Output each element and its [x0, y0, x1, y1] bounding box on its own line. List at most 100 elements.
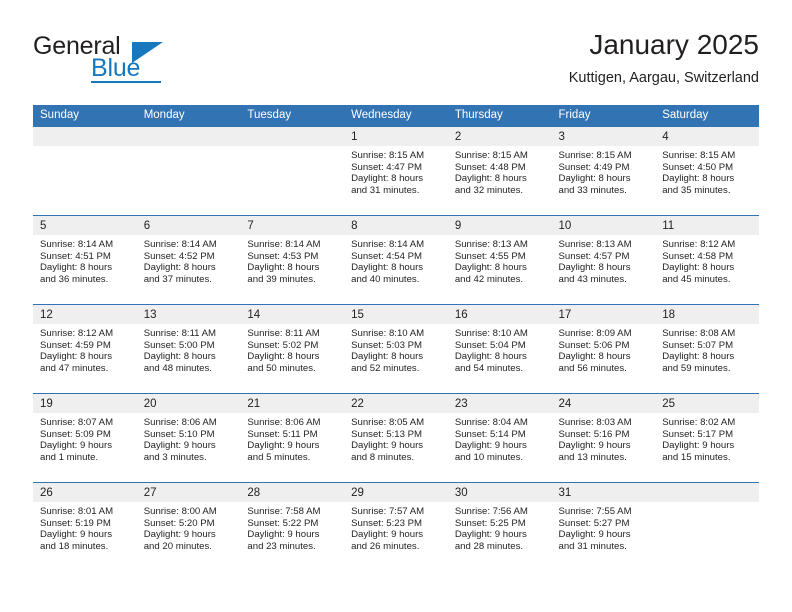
- calendar-day-cell[interactable]: 29 Sunrise: 7:57 AM Sunset: 5:23 PM Dayligh…: [344, 482, 448, 571]
- calendar-day-cell[interactable]: 6 Sunrise: 8:14 AM Sunset: 4:52 PM Daylight…: [136, 215, 241, 305]
- cell-inner: 21 Sunrise: 8:06 AM Sunset: 5:11 PM Dayligh…: [240, 394, 345, 482]
- daylight-text-line1: Daylight: 9 hours: [247, 440, 320, 452]
- general-blue-logo[interactable]: General Blue: [33, 32, 213, 88]
- day-number: 31: [551, 483, 656, 502]
- sunrise-text: Sunrise: 8:08 AM: [662, 328, 736, 339]
- sunrise-text: Sunrise: 8:13 AM: [558, 239, 632, 250]
- day-number: 4: [655, 127, 759, 146]
- calendar-day-cell[interactable]: 11 Sunrise: 8:12 AM Sunset: 4:58 PM Dayligh…: [655, 215, 759, 305]
- sunrise-text: Sunrise: 8:05 AM: [351, 417, 425, 428]
- calendar-header-row: Sunday Monday Tuesday Wednesday Thursday Frid…: [33, 105, 759, 127]
- daylight-text-line1: Daylight: 8 hours: [143, 351, 216, 363]
- calendar-grid: Sunday Monday Tuesday Wednesday Thursday Frid…: [33, 105, 759, 571]
- calendar-day-cell[interactable]: 16 Sunrise: 8:10 AM Sunset: 5:04 PM Dayligh…: [447, 304, 552, 394]
- sunrise-text: Sunrise: 8:10 AM: [351, 328, 425, 339]
- sunset-text: Sunset: 5:07 PM: [662, 339, 734, 351]
- calendar-day-cell[interactable]: 5 Sunrise: 8:14 AM Sunset: 4:51 PM Daylight…: [33, 215, 137, 305]
- day-number: [33, 127, 137, 146]
- calendar-day-cell[interactable]: 10 Sunrise: 8:13 AM Sunset: 4:57 PM Dayligh…: [551, 215, 656, 305]
- day-number: 12: [33, 305, 137, 324]
- weekday-header-sunday: Sunday: [33, 105, 137, 127]
- day-number: 7: [240, 216, 345, 235]
- sunset-text: Sunset: 5:13 PM: [351, 428, 423, 440]
- calendar-day-cell[interactable]: 28 Sunrise: 7:58 AM Sunset: 5:22 PM Dayligh…: [240, 482, 345, 571]
- daylight-text-line2: and 45 minutes.: [662, 273, 731, 285]
- daylight-text-line1: Daylight: 8 hours: [662, 351, 735, 363]
- page-title: January 2025: [589, 29, 759, 60]
- sunrise-text: Sunrise: 8:00 AM: [143, 506, 217, 517]
- calendar-day-cell[interactable]: 21 Sunrise: 8:06 AM Sunset: 5:11 PM Dayligh…: [240, 393, 345, 483]
- day-details: Sunrise: 8:11 AM Sunset: 5:00 PM Daylight:…: [137, 324, 241, 374]
- calendar-day-cell[interactable]: 26 Sunrise: 8:01 AM Sunset: 5:19 PM Dayligh…: [33, 482, 137, 571]
- weekday-header-monday: Monday: [136, 105, 241, 127]
- sunset-text: Sunset: 5:03 PM: [351, 339, 423, 351]
- day-number: 3: [551, 127, 656, 146]
- calendar-day-cell[interactable]: 18 Sunrise: 8:08 AM Sunset: 5:07 PM Dayligh…: [655, 304, 759, 394]
- day-number: 30: [447, 483, 552, 502]
- calendar-day-cell[interactable]: 30 Sunrise: 7:56 AM Sunset: 5:25 PM Dayligh…: [447, 482, 552, 571]
- calendar-day-cell[interactable]: 3 Sunrise: 8:15 AM Sunset: 4:49 PM Daylight…: [551, 127, 656, 216]
- sunrise-text: Sunrise: 8:09 AM: [558, 328, 632, 339]
- cell-inner: 25 Sunrise: 8:02 AM Sunset: 5:17 PM Dayligh…: [655, 394, 759, 482]
- daylight-text-line1: Daylight: 8 hours: [351, 351, 424, 363]
- daylight-text-line2: and 13 minutes.: [558, 451, 627, 463]
- sunset-text: Sunset: 5:22 PM: [247, 517, 319, 529]
- sunset-text: Sunset: 4:50 PM: [662, 161, 734, 173]
- sunrise-text: Sunrise: 8:14 AM: [247, 239, 321, 250]
- calendar-day-cell[interactable]: 1 Sunrise: 8:15 AM Sunset: 4:47 PM Daylight…: [344, 127, 448, 216]
- calendar-day-cell[interactable]: 13 Sunrise: 8:11 AM Sunset: 5:00 PM Dayligh…: [136, 304, 241, 394]
- calendar-day-cell[interactable]: 9 Sunrise: 8:13 AM Sunset: 4:55 PM Daylight…: [447, 215, 552, 305]
- day-number: [136, 127, 241, 146]
- calendar-day-cell[interactable]: 7 Sunrise: 8:14 AM Sunset: 4:53 PM Daylight…: [240, 215, 345, 305]
- calendar-day-cell[interactable]: 25 Sunrise: 8:02 AM Sunset: 5:17 PM Dayligh…: [655, 393, 759, 483]
- day-number: [240, 127, 345, 146]
- sunset-text: Sunset: 5:02 PM: [247, 339, 319, 351]
- calendar-week-row: 12 Sunrise: 8:12 AM Sunset: 4:59 PM Dayligh…: [33, 304, 759, 394]
- day-details: Sunrise: 8:06 AM Sunset: 5:10 PM Daylight:…: [137, 413, 241, 463]
- calendar-week-row: 5 Sunrise: 8:14 AM Sunset: 4:51 PM Daylight…: [33, 215, 759, 305]
- daylight-text-line1: Daylight: 9 hours: [40, 440, 112, 452]
- calendar-day-cell[interactable]: 31 Sunrise: 7:55 AM Sunset: 5:27 PM Dayligh…: [551, 482, 656, 571]
- calendar-day-cell[interactable]: 15 Sunrise: 8:10 AM Sunset: 5:03 PM Dayligh…: [344, 304, 448, 394]
- daylight-text-line2: and 15 minutes.: [662, 451, 731, 463]
- daylight-text-line1: Daylight: 8 hours: [558, 351, 631, 363]
- calendar-day-cell[interactable]: 20 Sunrise: 8:06 AM Sunset: 5:10 PM Dayligh…: [136, 393, 241, 483]
- calendar-cell-empty: [136, 127, 241, 216]
- sunset-text: Sunset: 5:23 PM: [351, 517, 423, 529]
- calendar-day-cell[interactable]: 12 Sunrise: 8:12 AM Sunset: 4:59 PM Dayligh…: [33, 304, 137, 394]
- calendar-day-cell[interactable]: 17 Sunrise: 8:09 AM Sunset: 5:06 PM Dayligh…: [551, 304, 656, 394]
- sunset-text: Sunset: 5:17 PM: [662, 428, 734, 440]
- cell-inner: [136, 127, 241, 215]
- sunset-text: Sunset: 5:09 PM: [40, 428, 111, 440]
- daylight-text-line1: Daylight: 8 hours: [247, 351, 320, 363]
- calendar-day-cell[interactable]: 4 Sunrise: 8:15 AM Sunset: 4:50 PM Daylight…: [655, 127, 759, 216]
- calendar-body: 1 Sunrise: 8:15 AM Sunset: 4:47 PM Daylight…: [33, 127, 759, 571]
- sunset-text: Sunset: 5:10 PM: [143, 428, 215, 440]
- daylight-text-line2: and 18 minutes.: [40, 540, 109, 552]
- calendar-day-cell[interactable]: 14 Sunrise: 8:11 AM Sunset: 5:02 PM Dayligh…: [240, 304, 345, 394]
- day-details: Sunrise: 8:14 AM Sunset: 4:54 PM Daylight:…: [344, 235, 448, 285]
- sunrise-text: Sunrise: 8:15 AM: [558, 150, 632, 161]
- daylight-text-line1: Daylight: 9 hours: [247, 529, 320, 541]
- calendar-day-cell[interactable]: 8 Sunrise: 8:14 AM Sunset: 4:54 PM Daylight…: [344, 215, 448, 305]
- calendar-week-row: 19 Sunrise: 8:07 AM Sunset: 5:09 PM Dayligh…: [33, 393, 759, 483]
- calendar-day-cell[interactable]: 27 Sunrise: 8:00 AM Sunset: 5:20 PM Dayligh…: [136, 482, 241, 571]
- cell-inner: 3 Sunrise: 8:15 AM Sunset: 4:49 PM Daylight…: [551, 127, 656, 215]
- calendar-day-cell[interactable]: 22 Sunrise: 8:05 AM Sunset: 5:13 PM Dayligh…: [344, 393, 448, 483]
- calendar-day-cell[interactable]: 24 Sunrise: 8:03 AM Sunset: 5:16 PM Dayligh…: [551, 393, 656, 483]
- calendar-day-cell[interactable]: 19 Sunrise: 8:07 AM Sunset: 5:09 PM Dayligh…: [33, 393, 137, 483]
- sunrise-text: Sunrise: 8:03 AM: [558, 417, 632, 428]
- calendar-day-cell[interactable]: 23 Sunrise: 8:04 AM Sunset: 5:14 PM Dayligh…: [447, 393, 552, 483]
- calendar-day-cell[interactable]: 2 Sunrise: 8:15 AM Sunset: 4:48 PM Daylight…: [447, 127, 552, 216]
- day-number: 23: [447, 394, 552, 413]
- daylight-text-line1: Daylight: 8 hours: [351, 173, 424, 185]
- sunset-text: Sunset: 4:52 PM: [143, 250, 215, 262]
- sunset-text: Sunset: 5:25 PM: [454, 517, 526, 529]
- daylight-text-line2: and 50 minutes.: [247, 362, 316, 374]
- cell-inner: 15 Sunrise: 8:10 AM Sunset: 5:03 PM Dayligh…: [344, 305, 448, 393]
- daylight-text-line2: and 26 minutes.: [351, 540, 420, 552]
- day-number: 6: [136, 216, 241, 235]
- day-details: Sunrise: 8:15 AM Sunset: 4:49 PM Daylight:…: [552, 146, 656, 196]
- daylight-text-line1: Daylight: 8 hours: [558, 262, 631, 274]
- sunset-text: Sunset: 5:16 PM: [558, 428, 630, 440]
